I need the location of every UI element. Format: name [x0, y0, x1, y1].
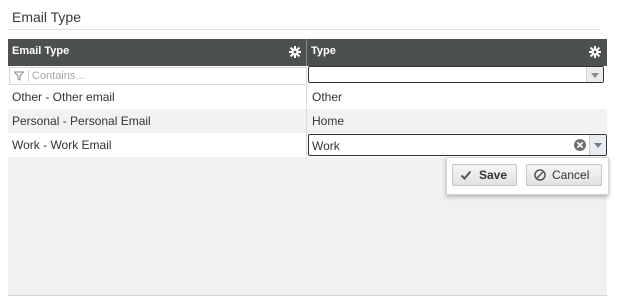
- type-cell: Other: [312, 90, 343, 104]
- gear-icon[interactable]: [289, 46, 301, 58]
- check-icon: [460, 170, 472, 180]
- column-header-type[interactable]: Type: [307, 39, 607, 66]
- email-type-filter-input[interactable]: [32, 68, 292, 84]
- page-title: Email Type: [12, 9, 81, 25]
- row-edit-popup: Save Cancel: [446, 157, 609, 195]
- cell-divider: [306, 109, 307, 133]
- email-type-filter[interactable]: [9, 67, 307, 85]
- chevron-down-icon: [591, 73, 599, 78]
- gear-icon[interactable]: [589, 46, 601, 58]
- type-filter-dropdown[interactable]: [308, 66, 604, 83]
- cell-divider: [306, 133, 307, 157]
- save-button[interactable]: Save: [452, 164, 517, 186]
- table-row[interactable]: Personal - Personal Email Home: [8, 109, 607, 133]
- column-header-label: Type: [311, 45, 336, 57]
- type-editor-dropdown[interactable]: Work: [308, 134, 607, 156]
- filter-icon[interactable]: [14, 71, 24, 81]
- clear-icon[interactable]: [574, 139, 586, 151]
- table-row[interactable]: Other - Other email Other: [8, 85, 607, 109]
- title-divider: [8, 29, 600, 30]
- chevron-down-icon: [594, 143, 602, 148]
- cancel-button[interactable]: Cancel: [526, 164, 602, 186]
- filter-divider: [28, 70, 29, 82]
- email-type-cell: Other - Other email: [12, 90, 115, 104]
- type-cell: Home: [312, 114, 345, 128]
- dropdown-button[interactable]: [589, 135, 606, 155]
- ban-icon: [534, 169, 546, 181]
- email-type-cell: Personal - Personal Email: [12, 114, 151, 128]
- email-type-cell: Work - Work Email: [12, 138, 112, 152]
- dropdown-button[interactable]: [586, 67, 603, 82]
- cancel-label: Cancel: [552, 168, 590, 182]
- cell-divider: [306, 85, 307, 109]
- column-header-label: Email Type: [12, 45, 70, 57]
- type-editor-value: Work: [312, 139, 340, 153]
- filter-row: [8, 66, 607, 85]
- save-label: Save: [479, 168, 508, 182]
- column-header-email-type[interactable]: Email Type: [8, 39, 306, 66]
